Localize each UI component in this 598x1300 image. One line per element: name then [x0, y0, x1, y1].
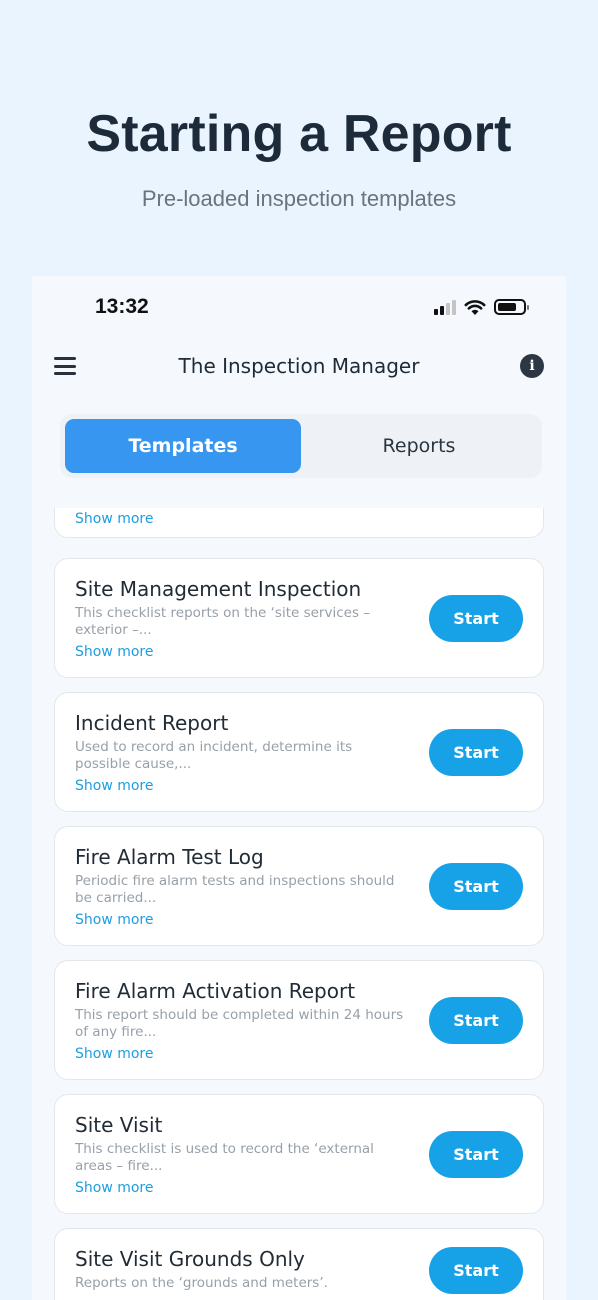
battery-icon	[494, 299, 529, 315]
template-description: Used to record an incident, determine it…	[75, 739, 353, 772]
template-card: Site Visit Grounds Only Reports on the ‘…	[54, 1228, 544, 1300]
template-description: This checklist is used to record the ‘ex…	[75, 1141, 374, 1174]
template-card: Fire Alarm Activation Report This report…	[54, 960, 544, 1080]
template-description: This checklist reports on the ‘site serv…	[75, 605, 371, 638]
phone-screen: 13:32 The Inspection Manager i Templates…	[32, 276, 566, 1300]
signal-icon	[434, 299, 456, 315]
start-button[interactable]: Start	[429, 729, 523, 776]
show-more-link[interactable]: Show more	[75, 511, 154, 527]
template-title: Fire Alarm Test Log	[75, 845, 264, 869]
template-card: Incident Report Used to record an incide…	[54, 692, 544, 812]
template-description: This report should be completed within 2…	[75, 1007, 404, 1040]
tab-switcher: Templates Reports	[60, 414, 542, 478]
start-button[interactable]: Start	[429, 997, 523, 1044]
show-more-link[interactable]: Show more	[75, 1046, 154, 1062]
tab-reports[interactable]: Reports	[301, 419, 537, 473]
template-title: Site Management Inspection	[75, 577, 362, 601]
template-title: Site Visit	[75, 1113, 163, 1137]
template-card: Fire Alarm Test Log Periodic fire alarm …	[54, 826, 544, 946]
template-title: Incident Report	[75, 711, 229, 735]
tab-templates[interactable]: Templates	[65, 419, 301, 473]
status-time: 13:32	[95, 295, 149, 318]
template-card: Site Management Inspection This checklis…	[54, 558, 544, 678]
app-bar: The Inspection Manager i	[32, 346, 566, 390]
start-button[interactable]: Start	[429, 595, 523, 642]
hero-title: Starting a Report	[86, 105, 512, 163]
template-title: Fire Alarm Activation Report	[75, 979, 356, 1003]
info-icon[interactable]: i	[520, 354, 544, 378]
template-card: Site Visit This checklist is used to rec…	[54, 1094, 544, 1214]
start-button[interactable]: Start	[429, 863, 523, 910]
wifi-icon	[464, 299, 486, 315]
template-title: Site Visit Grounds Only	[75, 1247, 305, 1271]
show-more-link[interactable]: Show more	[75, 778, 154, 794]
show-more-link[interactable]: Show more	[75, 1180, 154, 1196]
template-card: Show more	[54, 508, 544, 538]
status-icons	[434, 297, 529, 317]
show-more-link[interactable]: Show more	[75, 912, 154, 928]
template-list: Show more Site Management Inspection Thi…	[54, 508, 544, 1300]
show-more-link[interactable]: Show more	[75, 644, 154, 660]
template-description: Periodic fire alarm tests and inspection…	[75, 873, 395, 906]
template-description: Reports on the ‘grounds and meters’.	[75, 1275, 328, 1291]
start-button[interactable]: Start	[429, 1247, 523, 1294]
start-button[interactable]: Start	[429, 1131, 523, 1178]
hero-subtitle: Pre-loaded inspection templates	[141, 186, 457, 211]
app-title: The Inspection Manager	[178, 354, 420, 378]
